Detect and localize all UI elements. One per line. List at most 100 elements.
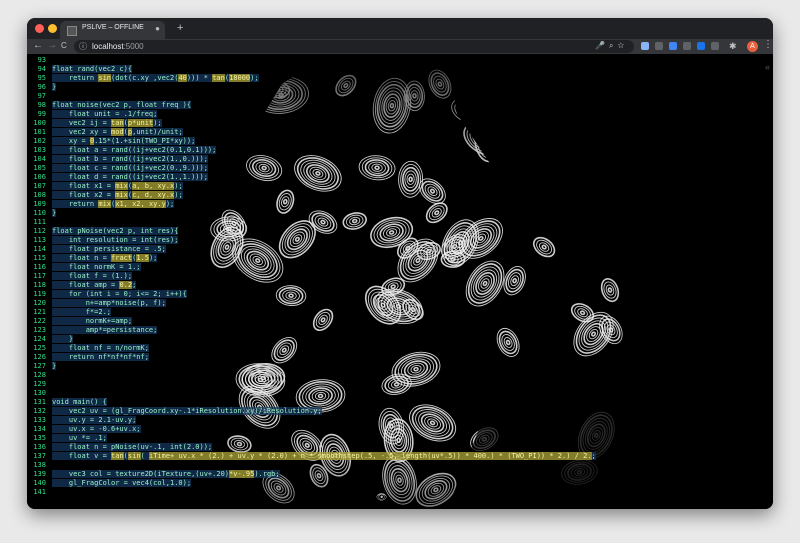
code-text: vec2 xy = xyxy=(52,128,112,136)
close-window-button[interactable] xyxy=(35,24,44,33)
collapse-icon[interactable]: « xyxy=(765,62,770,72)
code-line[interactable]: 130 xyxy=(27,389,773,398)
extension-icon[interactable] xyxy=(669,42,677,50)
address-bar[interactable]: ⓘ localhost:5000 🎤⌕☆ xyxy=(74,40,634,53)
line-number: 133 xyxy=(33,416,46,424)
code-line[interactable]: 113 int resolution = int(res); xyxy=(27,236,773,245)
tab-pslive[interactable]: PSLIVE – OFFLINE ● xyxy=(60,21,165,39)
star-icon[interactable]: ☆ xyxy=(617,41,628,50)
code-line[interactable]: 102 xy = 0.15*(1.+sin(TWO_PI*xy)); xyxy=(27,137,773,146)
code-line[interactable]: 131 void main() { xyxy=(27,398,773,407)
code-highlight: tan xyxy=(111,119,124,127)
code-line[interactable]: 106 float d = rand((ij+vec2(1.,1.))); xyxy=(27,173,773,182)
code-editor[interactable]: 93 94 float rand(vec2 c){95 return sin(dot… xyxy=(27,56,773,497)
avatar[interactable]: A xyxy=(747,41,758,52)
back-icon[interactable]: ← xyxy=(33,40,43,51)
code-line[interactable]: 110} xyxy=(27,209,773,218)
code-line[interactable]: 105 float c = rand((ij+vec2(0.,9.))); xyxy=(27,164,773,173)
forward-icon[interactable]: → xyxy=(47,40,57,51)
code-line[interactable]: 132 vec2 uv = (gl_FragCoord.xy-.1*iResol… xyxy=(27,407,773,416)
code-highlight: x1, x2, xy.y xyxy=(115,200,166,208)
code-line[interactable]: 114 float persistance = .5; xyxy=(27,245,773,254)
code-line[interactable]: 125 float nf = n/normK; xyxy=(27,344,773,353)
eye-icon[interactable]: 👁 xyxy=(376,492,387,503)
code-line[interactable]: 101 vec2 xy = mod(p,unit)/unit; xyxy=(27,128,773,137)
code-line[interactable]: 97 xyxy=(27,92,773,101)
new-tab-button[interactable]: + xyxy=(177,22,183,34)
code-line[interactable]: 112 float pNoise(vec2 p, int res){ xyxy=(27,227,773,236)
code-highlight: mix xyxy=(115,191,128,199)
code-text: ); xyxy=(148,254,158,262)
code-line[interactable]: 136 float n = pNoise(uv-.1, int(2.0)); xyxy=(27,443,773,452)
minimize-window-button[interactable] xyxy=(48,24,57,33)
code-line[interactable]: 99 float unit = .1/freq; xyxy=(27,110,773,119)
code-line[interactable]: 121 f*=2.; xyxy=(27,308,773,317)
extension-icon[interactable] xyxy=(697,42,705,50)
code-text: return xyxy=(52,200,99,208)
line-number: 95 xyxy=(37,74,46,82)
code-line[interactable]: 116 float normK = 1.; xyxy=(27,263,773,272)
menu-icon[interactable]: ⋮ xyxy=(763,39,773,50)
mic-icon[interactable]: 🎤 xyxy=(595,41,609,50)
reload-icon[interactable]: C xyxy=(61,41,67,50)
code-highlight: *v-.95 xyxy=(229,470,255,478)
code-highlight: 18000 xyxy=(229,74,251,82)
site-info-icon[interactable]: ⓘ xyxy=(79,41,87,52)
code-line[interactable]: 115 float n = fract(1.5); xyxy=(27,254,773,263)
code-line[interactable]: 140 gl_FragColor = vec4(col,1.0); xyxy=(27,479,773,488)
code-line[interactable]: 100 vec2 ij = tan(p*unit); xyxy=(27,119,773,128)
code-line[interactable]: 111 xyxy=(27,218,773,227)
code-text: normK+=amp; xyxy=(52,317,133,325)
code-line[interactable]: 126 return nf*nf*nf*nf; xyxy=(27,353,773,362)
code-line[interactable]: 141 xyxy=(27,488,773,497)
code-line[interactable]: 93 xyxy=(27,56,773,65)
code-line[interactable]: 95 return sin(dot(c.xy ,vec2(40))) * tan… xyxy=(27,74,773,83)
line-number: 109 xyxy=(33,200,46,208)
code-highlight: p*unit xyxy=(127,119,154,127)
code-line[interactable]: 137 float v = tan(sin( iTime+ uv.x * (2.… xyxy=(27,452,773,461)
extension-icon[interactable] xyxy=(683,42,691,50)
code-text: return xyxy=(52,74,99,82)
code-text: uv.x = -0.6+uv.x; xyxy=(52,425,141,433)
code-line[interactable]: 119 for (int i = 0; i<= 2; i++){ xyxy=(27,290,773,299)
browser-window: PSLIVE – OFFLINE ● + ← → C ⓘ localhost:5… xyxy=(27,18,773,509)
line-number: 99 xyxy=(37,110,46,118)
code-line[interactable]: 96} xyxy=(27,83,773,92)
code-line[interactable]: 127} xyxy=(27,362,773,371)
code-line[interactable]: 107 float x1 = mix(a, b, xy.x); xyxy=(27,182,773,191)
puzzle-icon[interactable]: ✱ xyxy=(729,41,737,52)
code-text: (dot(c.xy ,vec2( xyxy=(111,74,179,82)
code-line[interactable]: 94 float rand(vec2 c){ xyxy=(27,65,773,74)
code-line[interactable]: 138 xyxy=(27,461,773,470)
extension-icon[interactable] xyxy=(655,42,663,50)
code-line[interactable]: 120 n+=amp*noise(p, f); xyxy=(27,299,773,308)
code-line[interactable]: 139 vec3 col = texture2D(iTexture,(uv+.2… xyxy=(27,470,773,479)
extension-icon[interactable] xyxy=(641,42,649,50)
extension-icon[interactable] xyxy=(711,42,719,50)
line-number: 141 xyxy=(33,488,46,496)
code-line[interactable]: 128 xyxy=(27,371,773,380)
tab-close-icon[interactable]: ● xyxy=(155,24,160,33)
code-line[interactable]: 104 float b = rand((ij+vec2(1.,0.))); xyxy=(27,155,773,164)
code-text: int resolution = int(res); xyxy=(52,236,179,244)
code-line[interactable]: 134 uv.x = -0.6+uv.x; xyxy=(27,425,773,434)
code-line[interactable]: 118 float amp = 0.2; xyxy=(27,281,773,290)
code-line[interactable]: 135 uv *= .1; xyxy=(27,434,773,443)
code-text: float unit = .1/freq; xyxy=(52,110,158,118)
code-line[interactable]: 122 normK+=amp; xyxy=(27,317,773,326)
code-line[interactable]: 124 } xyxy=(27,335,773,344)
code-line[interactable]: 117 float f = (1.); xyxy=(27,272,773,281)
code-highlight: c, d, xy.x xyxy=(132,191,175,199)
code-line[interactable]: 98 float noise(vec2 p, float freq ){ xyxy=(27,101,773,110)
code-line[interactable]: 123 amp*=persistance; xyxy=(27,326,773,335)
code-line[interactable]: 133 uv.y = 2.1-uv.y; xyxy=(27,416,773,425)
code-line[interactable]: 109 return mix(x1, x2, xy.y); xyxy=(27,200,773,209)
code-line[interactable]: 103 float a = rand((ij+vec2(0.1,0.1))); xyxy=(27,146,773,155)
shader-viewport[interactable]: 93 94 float rand(vec2 c){95 return sin(dot… xyxy=(27,54,773,509)
code-line[interactable]: 129 xyxy=(27,380,773,389)
code-highlight: iTime+ uv.x * (2.) + uv.y * (2.0) + n * … xyxy=(148,452,592,460)
code-line[interactable]: 108 float x2 = mix(c, d, xy.x); xyxy=(27,191,773,200)
line-number: 125 xyxy=(33,344,46,352)
code-text: } xyxy=(52,362,57,370)
code-text: void main() { xyxy=(52,398,107,406)
